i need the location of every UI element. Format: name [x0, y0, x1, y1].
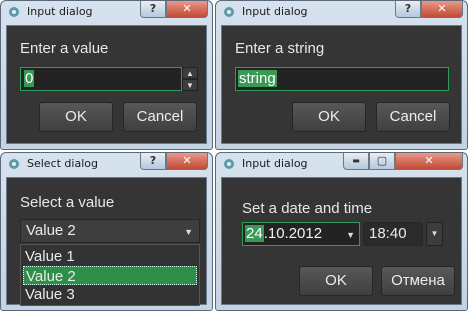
app-icon — [9, 7, 19, 17]
help-button[interactable]: ? — [140, 1, 166, 18]
date-edit[interactable]: 24.10.2012 ▼ — [242, 222, 360, 246]
cancel-button[interactable]: Cancel — [376, 102, 450, 132]
title-bar[interactable]: Select dialog ? ✕ — [1, 153, 212, 175]
window-title: Input dialog — [242, 157, 308, 170]
option-item-selected[interactable]: Value 2 — [23, 266, 197, 285]
close-button[interactable]: ✕ — [421, 1, 463, 18]
prompt-label: Select a value — [20, 194, 115, 211]
input-dialog-string: Input dialog ? ✕ Enter a string string O… — [215, 0, 468, 150]
close-button[interactable]: ✕ — [166, 1, 208, 18]
cancel-button[interactable]: Отмена — [381, 266, 455, 296]
ok-button[interactable]: OK — [299, 266, 373, 296]
ok-button[interactable]: OK — [39, 102, 113, 132]
title-bar[interactable]: Input dialog ? ✕ — [1, 1, 212, 23]
date-time-dialog: Input dialog ▬ ▢ ✕ Set a date and time 2… — [215, 152, 468, 311]
chevron-down-icon: ▼ — [186, 81, 194, 90]
dialog-body: Enter a string string OK Cancel — [221, 25, 462, 144]
window-title: Input dialog — [27, 5, 93, 18]
time-value: 18:40 — [369, 225, 407, 242]
dialog-body: Select a value Value 2 ▼ Value 1 Value 2… — [6, 177, 207, 306]
app-icon — [9, 159, 19, 169]
option-item[interactable]: Value 1 — [23, 247, 197, 266]
app-icon — [224, 159, 234, 169]
title-bar[interactable]: Input dialog ▬ ▢ ✕ — [216, 153, 467, 175]
help-button[interactable]: ? — [395, 1, 421, 18]
prompt-label: Enter a string — [235, 40, 325, 57]
value-text: 0 — [24, 70, 35, 87]
select-dialog: Select dialog ? ✕ Select a value Value 2… — [0, 152, 213, 311]
prompt-label: Set a date and time — [242, 200, 373, 217]
dialog-body: Enter a value 0 ▲ ▼ OK Cancel — [6, 25, 207, 144]
value-combobox[interactable]: Value 2 ▼ — [20, 219, 200, 243]
spin-down-button[interactable]: ▼ — [182, 79, 198, 91]
date-rest: .10.2012 — [263, 225, 323, 242]
ok-button[interactable]: OK — [292, 102, 366, 132]
close-button[interactable]: ✕ — [395, 153, 463, 170]
value-spinbox[interactable]: 0 — [20, 67, 182, 91]
prompt-label: Enter a value — [20, 40, 109, 57]
title-bar[interactable]: Input dialog ? ✕ — [216, 1, 467, 23]
window-title: Input dialog — [242, 5, 308, 18]
maximize-button[interactable]: ▢ — [369, 153, 395, 170]
chevron-down-icon: ▼ — [184, 227, 193, 237]
time-edit[interactable]: 18:40 — [363, 222, 423, 246]
chevron-down-icon: ▼ — [430, 229, 439, 238]
dialog-body: Set a date and time 24.10.2012 ▼ 18:40 ▼… — [221, 177, 462, 305]
spin-up-button[interactable]: ▲ — [182, 67, 198, 79]
chevron-down-icon: ▼ — [346, 230, 355, 240]
input-dialog-value: Input dialog ? ✕ Enter a value 0 ▲ ▼ OK … — [0, 0, 213, 150]
app-icon — [224, 7, 234, 17]
string-input[interactable]: string — [235, 67, 449, 91]
chevron-up-icon: ▲ — [186, 69, 194, 78]
help-button[interactable]: ? — [140, 153, 166, 170]
combobox-value: Value 2 — [26, 222, 76, 239]
window-title: Select dialog — [27, 157, 98, 170]
close-button[interactable]: ✕ — [166, 153, 208, 170]
time-dropdown-button[interactable]: ▼ — [426, 222, 443, 246]
option-item[interactable]: Value 3 — [23, 285, 197, 304]
date-day: 24 — [245, 225, 264, 242]
minimize-button[interactable]: ▬ — [343, 153, 369, 170]
cancel-button[interactable]: Cancel — [123, 102, 197, 132]
options-list: Value 1 Value 2 Value 3 — [20, 244, 200, 306]
string-text: string — [238, 70, 277, 87]
